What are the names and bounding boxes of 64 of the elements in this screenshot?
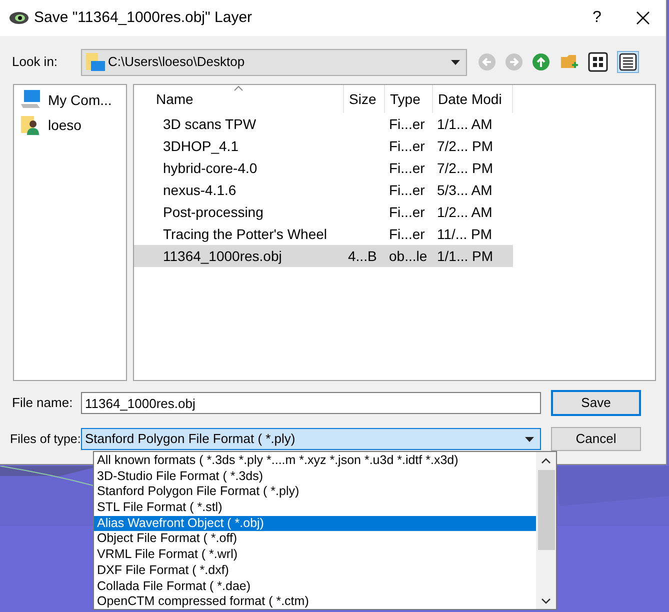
table-cell-text: Fi...er	[388, 180, 426, 200]
dropdown-option[interactable]: OpenCTM compressed format ( *.ctm)	[94, 594, 536, 610]
computer-icon	[20, 90, 42, 110]
table-cell-text: hybrid-core-4.0	[162, 158, 258, 178]
help-button[interactable]: ?	[574, 6, 620, 30]
scroll-down-icon[interactable]	[541, 598, 551, 604]
look-in-dropdown[interactable]: C:\Users\loeso\Desktop	[81, 48, 467, 76]
dropdown-option[interactable]: VRML File Format ( *.wrl)	[94, 547, 536, 563]
table-cell-text: Fi...er	[388, 202, 426, 222]
grid-view-icon[interactable]	[588, 52, 608, 72]
column-header[interactable]: Name	[134, 85, 344, 113]
table-cell-text: Tracing the Potter's Wheel	[162, 224, 328, 244]
list-view-icon[interactable]	[617, 51, 639, 73]
table-cell-text: 7/2... PM	[436, 136, 494, 156]
file-type-dropdown[interactable]: Stanford Polygon File Format ( *.ply)	[81, 428, 541, 450]
scroll-thumb[interactable]	[538, 470, 554, 550]
table-cell-text: Fi...er	[388, 224, 426, 244]
window-title: Save "11364_1000res.obj" Layer	[34, 8, 252, 28]
scroll-up-icon[interactable]	[541, 458, 551, 464]
file-type-value: Stanford Polygon File Format ( *.ply)	[85, 430, 296, 448]
table-cell-text: 11/... PM	[436, 224, 493, 244]
dropdown-option[interactable]: 3D-Studio File Format ( *.3ds)	[94, 468, 536, 484]
close-icon[interactable]	[636, 11, 650, 25]
look-in-label: Look in:	[11, 53, 59, 72]
selected-row-highlight[interactable]: 11364_1000res.obj 4...B ob...le 1/1... PM	[134, 245, 513, 267]
column-header[interactable]: Date Modi	[433, 85, 513, 113]
caret-icon	[451, 60, 460, 64]
dropdown-option[interactable]: Object File Format ( *.off)	[94, 531, 536, 548]
dropdown-option[interactable]: STL File Format ( *.stl)	[94, 500, 536, 516]
eye-icon	[9, 10, 29, 26]
table-cell-text: Post-processing	[162, 202, 264, 222]
dialog-button[interactable]: Save	[551, 390, 641, 416]
sidebar-item[interactable]: loeso	[14, 114, 126, 136]
sidebar-item[interactable]: My Com...	[14, 89, 126, 111]
table-cell-text: 1/2... AM	[436, 202, 494, 222]
dropdown-option[interactable]: Stanford Polygon File Format ( *.ply)	[94, 484, 536, 500]
table-cell-text: 7/2... PM	[436, 158, 494, 178]
table-cell-text: nexus-4.1.6	[162, 180, 238, 200]
dropdown-option[interactable]: Alias Wavefront Object ( *.obj)	[94, 516, 536, 532]
dropdown-option[interactable]: All known formats ( *.3ds *.ply *....m *.xyz *.json *.u3d *.idtf *.x3d)	[94, 453, 536, 469]
table-cell-text: Fi...er	[388, 114, 426, 134]
table-cell-text: 1/1... AM	[436, 114, 494, 134]
table-cell-text: 3DHOP_4.1	[162, 136, 240, 156]
dialog-button[interactable]: Cancel	[551, 427, 641, 451]
user-folder-icon	[20, 114, 42, 136]
file-type-label: Files of type:	[9, 430, 81, 448]
table-cell-text: 4...B	[347, 246, 378, 266]
table-cell-text: Fi...er	[388, 158, 426, 178]
file-name-field[interactable]: 11364_1000res.obj	[81, 392, 541, 414]
table-cell-text: 11364_1000res.obj	[162, 246, 283, 266]
table-cell-text: 1/1... PM	[436, 246, 494, 266]
column-header[interactable]: Type	[385, 85, 433, 113]
dropdown-option[interactable]: DXF File Format ( *.dxf)	[94, 562, 536, 578]
table-cell-text: ob...le	[388, 246, 428, 266]
file-name-label: File name:	[11, 394, 74, 412]
look-in-path: C:\Users\loeso\Desktop	[108, 53, 246, 72]
table-cell-text: 5/3... AM	[436, 180, 494, 200]
scrollbar[interactable]	[536, 452, 556, 609]
table-cell-text: Fi...er	[388, 136, 426, 156]
folder-icon	[85, 51, 107, 73]
dropdown-option[interactable]: Collada File Format ( *.dae)	[94, 578, 536, 594]
column-header[interactable]: Size	[344, 85, 385, 113]
caret-icon	[525, 436, 534, 442]
table-cell-text: 3D scans TPW	[162, 114, 258, 134]
